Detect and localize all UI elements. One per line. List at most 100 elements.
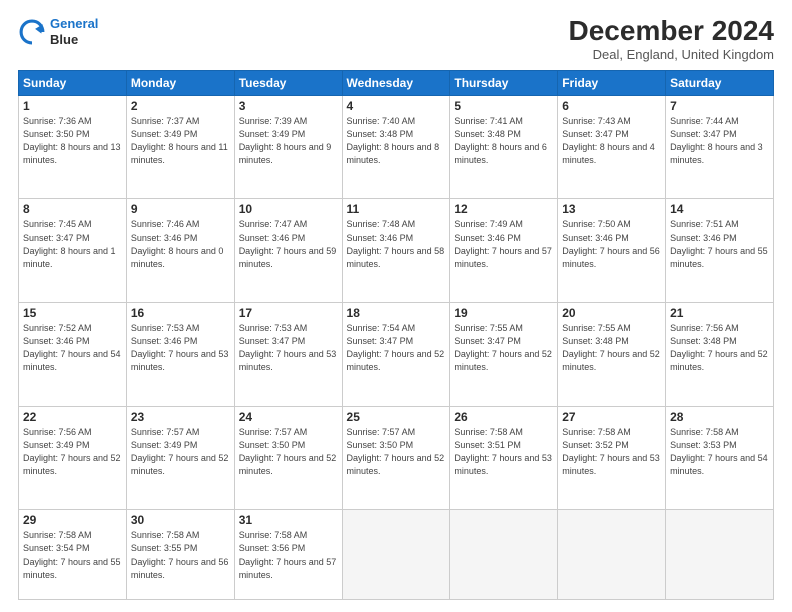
day-number: 13 xyxy=(562,202,661,216)
sunset-label: Sunset: 3:46 PM xyxy=(562,233,629,243)
sunset-label: Sunset: 3:46 PM xyxy=(239,233,306,243)
day-number: 10 xyxy=(239,202,338,216)
table-row xyxy=(558,510,666,600)
logo-icon xyxy=(18,18,46,46)
daylight-label: Daylight: 7 hours and 56 minutes. xyxy=(562,246,660,269)
sunrise-label: Sunrise: 7:58 AM xyxy=(239,530,308,540)
sunrise-label: Sunrise: 7:57 AM xyxy=(347,427,416,437)
day-number: 12 xyxy=(454,202,553,216)
daylight-label: Daylight: 7 hours and 52 minutes. xyxy=(347,453,445,476)
day-info: Sunrise: 7:58 AM Sunset: 3:52 PM Dayligh… xyxy=(562,426,661,478)
sunset-label: Sunset: 3:50 PM xyxy=(23,129,90,139)
table-row: 1 Sunrise: 7:36 AM Sunset: 3:50 PM Dayli… xyxy=(19,95,127,199)
location: Deal, England, United Kingdom xyxy=(569,47,774,62)
table-row: 10 Sunrise: 7:47 AM Sunset: 3:46 PM Dayl… xyxy=(234,199,342,303)
sunrise-label: Sunrise: 7:56 AM xyxy=(23,427,92,437)
daylight-label: Daylight: 7 hours and 53 minutes. xyxy=(454,453,552,476)
sunset-label: Sunset: 3:46 PM xyxy=(670,233,737,243)
day-info: Sunrise: 7:53 AM Sunset: 3:46 PM Dayligh… xyxy=(131,322,230,374)
day-info: Sunrise: 7:45 AM Sunset: 3:47 PM Dayligh… xyxy=(23,218,122,270)
table-row: 19 Sunrise: 7:55 AM Sunset: 3:47 PM Dayl… xyxy=(450,303,558,407)
sunset-label: Sunset: 3:48 PM xyxy=(562,336,629,346)
day-info: Sunrise: 7:55 AM Sunset: 3:47 PM Dayligh… xyxy=(454,322,553,374)
day-info: Sunrise: 7:48 AM Sunset: 3:46 PM Dayligh… xyxy=(347,218,446,270)
daylight-label: Daylight: 8 hours and 0 minutes. xyxy=(131,246,224,269)
table-row: 31 Sunrise: 7:58 AM Sunset: 3:56 PM Dayl… xyxy=(234,510,342,600)
table-row: 8 Sunrise: 7:45 AM Sunset: 3:47 PM Dayli… xyxy=(19,199,127,303)
sunrise-label: Sunrise: 7:40 AM xyxy=(347,116,416,126)
sunrise-label: Sunrise: 7:41 AM xyxy=(454,116,523,126)
sunset-label: Sunset: 3:51 PM xyxy=(454,440,521,450)
day-number: 25 xyxy=(347,410,446,424)
day-number: 22 xyxy=(23,410,122,424)
daylight-label: Daylight: 7 hours and 55 minutes. xyxy=(23,557,121,580)
table-row: 26 Sunrise: 7:58 AM Sunset: 3:51 PM Dayl… xyxy=(450,406,558,510)
table-row: 24 Sunrise: 7:57 AM Sunset: 3:50 PM Dayl… xyxy=(234,406,342,510)
sunset-label: Sunset: 3:47 PM xyxy=(562,129,629,139)
sunset-label: Sunset: 3:50 PM xyxy=(347,440,414,450)
sunset-label: Sunset: 3:49 PM xyxy=(131,440,198,450)
day-number: 19 xyxy=(454,306,553,320)
day-info: Sunrise: 7:56 AM Sunset: 3:49 PM Dayligh… xyxy=(23,426,122,478)
sunrise-label: Sunrise: 7:57 AM xyxy=(239,427,308,437)
sunset-label: Sunset: 3:47 PM xyxy=(670,129,737,139)
daylight-label: Daylight: 7 hours and 53 minutes. xyxy=(239,349,337,372)
daylight-label: Daylight: 8 hours and 3 minutes. xyxy=(670,142,763,165)
daylight-label: Daylight: 8 hours and 1 minute. xyxy=(23,246,116,269)
calendar-header-row: Sunday Monday Tuesday Wednesday Thursday… xyxy=(19,70,774,95)
day-info: Sunrise: 7:50 AM Sunset: 3:46 PM Dayligh… xyxy=(562,218,661,270)
calendar-week-row: 1 Sunrise: 7:36 AM Sunset: 3:50 PM Dayli… xyxy=(19,95,774,199)
daylight-label: Daylight: 7 hours and 53 minutes. xyxy=(562,453,660,476)
calendar-week-row: 29 Sunrise: 7:58 AM Sunset: 3:54 PM Dayl… xyxy=(19,510,774,600)
sunrise-label: Sunrise: 7:53 AM xyxy=(131,323,200,333)
sunrise-label: Sunrise: 7:46 AM xyxy=(131,219,200,229)
calendar-week-row: 8 Sunrise: 7:45 AM Sunset: 3:47 PM Dayli… xyxy=(19,199,774,303)
day-number: 30 xyxy=(131,513,230,527)
day-info: Sunrise: 7:57 AM Sunset: 3:49 PM Dayligh… xyxy=(131,426,230,478)
table-row: 29 Sunrise: 7:58 AM Sunset: 3:54 PM Dayl… xyxy=(19,510,127,600)
day-number: 16 xyxy=(131,306,230,320)
day-info: Sunrise: 7:58 AM Sunset: 3:54 PM Dayligh… xyxy=(23,529,122,581)
daylight-label: Daylight: 8 hours and 4 minutes. xyxy=(562,142,655,165)
sunrise-label: Sunrise: 7:50 AM xyxy=(562,219,631,229)
sunset-label: Sunset: 3:47 PM xyxy=(239,336,306,346)
sunset-label: Sunset: 3:47 PM xyxy=(23,233,90,243)
col-wednesday: Wednesday xyxy=(342,70,450,95)
daylight-label: Daylight: 8 hours and 6 minutes. xyxy=(454,142,547,165)
header: General Blue December 2024 Deal, England… xyxy=(18,16,774,62)
daylight-label: Daylight: 7 hours and 52 minutes. xyxy=(23,453,121,476)
month-title: December 2024 xyxy=(569,16,774,47)
day-number: 27 xyxy=(562,410,661,424)
daylight-label: Daylight: 8 hours and 9 minutes. xyxy=(239,142,332,165)
sunset-label: Sunset: 3:53 PM xyxy=(670,440,737,450)
sunrise-label: Sunrise: 7:57 AM xyxy=(131,427,200,437)
sunrise-label: Sunrise: 7:47 AM xyxy=(239,219,308,229)
daylight-label: Daylight: 8 hours and 11 minutes. xyxy=(131,142,228,165)
day-info: Sunrise: 7:58 AM Sunset: 3:51 PM Dayligh… xyxy=(454,426,553,478)
sunset-label: Sunset: 3:48 PM xyxy=(670,336,737,346)
sunrise-label: Sunrise: 7:51 AM xyxy=(670,219,739,229)
table-row: 3 Sunrise: 7:39 AM Sunset: 3:49 PM Dayli… xyxy=(234,95,342,199)
sunrise-label: Sunrise: 7:56 AM xyxy=(670,323,739,333)
day-info: Sunrise: 7:49 AM Sunset: 3:46 PM Dayligh… xyxy=(454,218,553,270)
table-row: 30 Sunrise: 7:58 AM Sunset: 3:55 PM Dayl… xyxy=(126,510,234,600)
daylight-label: Daylight: 7 hours and 59 minutes. xyxy=(239,246,337,269)
daylight-label: Daylight: 7 hours and 56 minutes. xyxy=(131,557,229,580)
day-number: 2 xyxy=(131,99,230,113)
sunset-label: Sunset: 3:47 PM xyxy=(454,336,521,346)
day-number: 7 xyxy=(670,99,769,113)
daylight-label: Daylight: 7 hours and 52 minutes. xyxy=(454,349,552,372)
col-tuesday: Tuesday xyxy=(234,70,342,95)
table-row: 5 Sunrise: 7:41 AM Sunset: 3:48 PM Dayli… xyxy=(450,95,558,199)
day-number: 20 xyxy=(562,306,661,320)
sunset-label: Sunset: 3:56 PM xyxy=(239,543,306,553)
daylight-label: Daylight: 7 hours and 54 minutes. xyxy=(23,349,121,372)
table-row: 15 Sunrise: 7:52 AM Sunset: 3:46 PM Dayl… xyxy=(19,303,127,407)
day-number: 26 xyxy=(454,410,553,424)
col-friday: Friday xyxy=(558,70,666,95)
day-info: Sunrise: 7:43 AM Sunset: 3:47 PM Dayligh… xyxy=(562,115,661,167)
table-row: 22 Sunrise: 7:56 AM Sunset: 3:49 PM Dayl… xyxy=(19,406,127,510)
table-row: 12 Sunrise: 7:49 AM Sunset: 3:46 PM Dayl… xyxy=(450,199,558,303)
day-info: Sunrise: 7:54 AM Sunset: 3:47 PM Dayligh… xyxy=(347,322,446,374)
sunrise-label: Sunrise: 7:43 AM xyxy=(562,116,631,126)
